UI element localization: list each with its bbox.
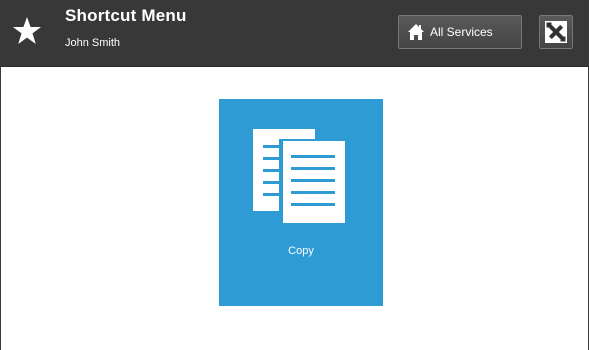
page-title: Shortcut Menu [65,6,187,25]
copy-icon [253,129,345,225]
copy-tile-label: Copy [288,245,314,257]
all-services-label: All Services [430,25,493,39]
header-bar: Shortcut Menu John Smith All Services [1,0,588,67]
copy-tile[interactable]: Copy [219,99,383,306]
screen: Shortcut Menu John Smith All Services Co… [0,0,589,350]
star-icon [13,17,41,44]
tools-button[interactable] [539,15,573,49]
user-name: John Smith [65,37,121,49]
tools-icon [545,21,567,43]
home-icon [408,24,424,40]
all-services-button[interactable]: All Services [398,15,522,49]
